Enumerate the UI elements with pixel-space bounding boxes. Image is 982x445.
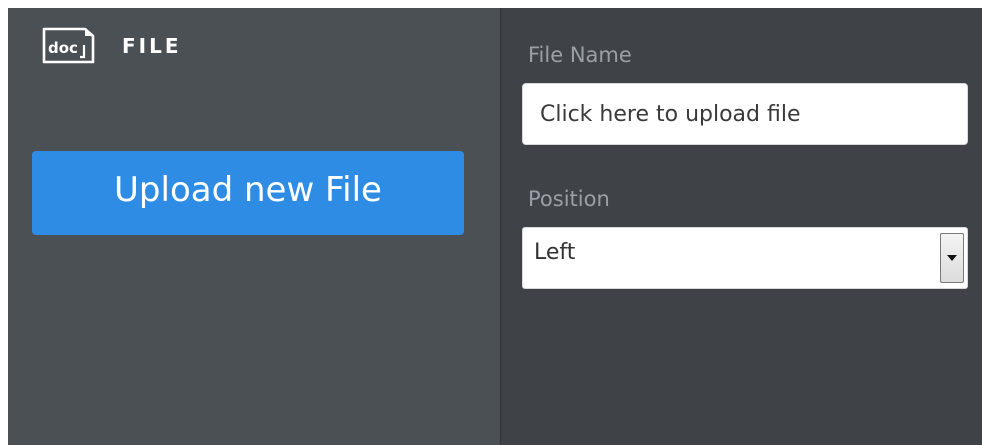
position-label: Position	[528, 187, 610, 211]
position-select-value: Left	[534, 240, 576, 265]
doc-icon-label: doc	[48, 39, 78, 57]
file-settings-panel: File Name Position Left	[501, 8, 982, 445]
file-name-label: File Name	[528, 43, 632, 67]
file-panel: doc FILE Upload new File	[8, 8, 500, 445]
panel-title: FILE	[122, 34, 182, 58]
file-settings-frame: doc FILE Upload new File File Name Posit…	[8, 8, 982, 445]
panel-header: doc FILE	[40, 26, 182, 66]
upload-new-file-button[interactable]: Upload new File	[32, 151, 464, 235]
dropdown-arrow-button[interactable]	[940, 233, 964, 283]
chevron-down-icon	[947, 255, 957, 261]
doc-icon: doc	[42, 27, 95, 64]
file-name-input[interactable]	[522, 83, 968, 145]
position-select[interactable]: Left	[522, 227, 968, 289]
